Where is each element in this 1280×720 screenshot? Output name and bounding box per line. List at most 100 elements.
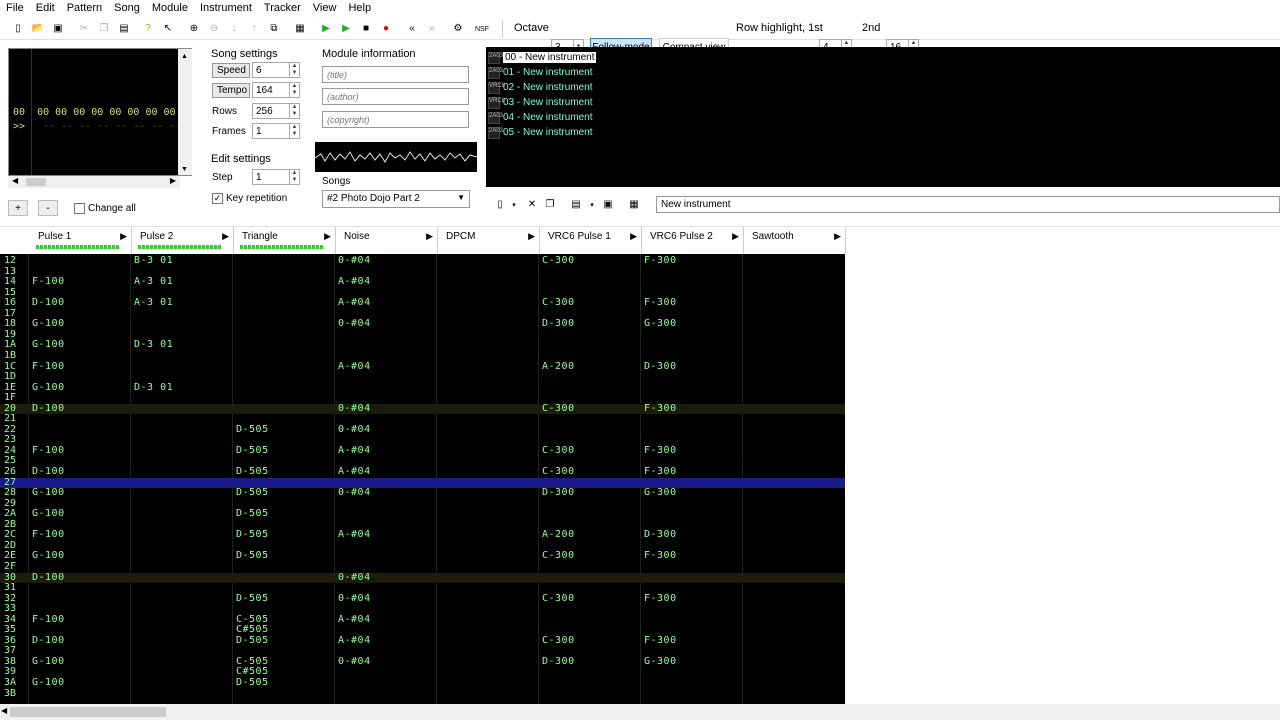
channel-expand-icon[interactable]: ▶ bbox=[120, 231, 127, 242]
next-song-icon[interactable]: » bbox=[424, 21, 440, 37]
pattern-cell[interactable]: G-100 bbox=[32, 382, 65, 394]
pattern-cell[interactable]: C-300 bbox=[542, 298, 575, 309]
pattern-cell[interactable]: 0-#04 bbox=[338, 424, 371, 436]
instrument-item[interactable]: VRC6 02 - New instrument bbox=[488, 80, 592, 95]
pattern-row[interactable]: 24 F-100 D-505 A-#04 C-300 F-300 bbox=[0, 445, 845, 457]
pattern-row[interactable]: 23 bbox=[0, 435, 845, 446]
pattern-row[interactable]: 20 D-100 0-#04 C-300 F-300 bbox=[0, 403, 845, 415]
pattern-cell[interactable]: A-#04 bbox=[338, 445, 371, 457]
pattern-row[interactable]: 2B bbox=[0, 519, 845, 531]
pattern-row[interactable]: 3B bbox=[0, 688, 845, 700]
pattern-row[interactable]: 32 D-505 0-#04 C-300 F-300 bbox=[0, 593, 845, 605]
pattern-cell[interactable]: C-300 bbox=[542, 593, 575, 605]
pattern-row[interactable]: 2A G-100 D-505 bbox=[0, 509, 845, 520]
menu-pattern[interactable]: Pattern bbox=[61, 0, 108, 18]
cut-icon[interactable]: ✂ bbox=[76, 21, 92, 37]
pattern-row[interactable]: 1B bbox=[0, 350, 845, 362]
pattern-row[interactable]: 34 F-100 C-505 A-#04 bbox=[0, 614, 845, 626]
channel-expand-icon[interactable]: ▶ bbox=[528, 231, 535, 242]
pattern-cell[interactable]: 0-#04 bbox=[338, 656, 371, 668]
pattern-row[interactable]: 35 C#505 bbox=[0, 625, 845, 636]
paste-icon[interactable]: ▤ bbox=[116, 21, 132, 37]
channel-header-3[interactable]: Noise ▶ bbox=[336, 227, 438, 255]
pattern-cell[interactable]: F-100 bbox=[32, 277, 65, 288]
pattern-cell[interactable]: D-3 01 bbox=[134, 382, 173, 394]
pattern-cell[interactable]: D-505 bbox=[236, 509, 269, 520]
pattern-horizontal-scrollbar[interactable]: ◀ bbox=[0, 704, 1280, 720]
pattern-row[interactable]: 1E G-100 D-3 01 bbox=[0, 382, 845, 394]
pattern-cell[interactable]: A-#04 bbox=[338, 277, 371, 288]
pattern-row[interactable]: 26 D-100 D-505 A-#04 C-300 F-300 bbox=[0, 466, 845, 478]
menu-file[interactable]: File bbox=[0, 0, 30, 18]
pattern-cell[interactable]: 0-#04 bbox=[338, 255, 371, 267]
pattern-row[interactable]: 12 B-3 01 0-#04 C-300 F-300 bbox=[0, 255, 845, 267]
pattern-cell[interactable]: F-300 bbox=[644, 298, 677, 309]
pattern-row[interactable]: 28 G-100 D-505 0-#04 D-300 G-300 bbox=[0, 488, 845, 499]
channel-header-6[interactable]: VRC6 Pulse 2 ▶ bbox=[642, 227, 744, 255]
channel-expand-icon[interactable]: ▶ bbox=[834, 231, 841, 242]
instrument-list[interactable]: 2A03 00 - New instrument 2A03 01 - New inst… bbox=[486, 47, 1280, 187]
pattern-cell[interactable]: D-300 bbox=[542, 656, 575, 668]
pattern-row[interactable]: 30 D-100 0-#04 bbox=[0, 572, 845, 584]
pattern-cell[interactable]: D-505 bbox=[236, 488, 269, 499]
pattern-cell[interactable]: 0-#04 bbox=[338, 403, 371, 415]
pattern-cell[interactable]: G-100 bbox=[32, 319, 65, 330]
pattern-cell[interactable]: D-100 bbox=[32, 635, 65, 647]
pattern-cell[interactable]: F-100 bbox=[32, 361, 65, 373]
instrument-item[interactable]: 2A03 00 - New instrument bbox=[488, 50, 597, 65]
menu-module[interactable]: Module bbox=[146, 0, 194, 18]
frame-vertical-scrollbar[interactable]: ▲ ▼ bbox=[178, 49, 192, 175]
pattern-cell[interactable]: G-100 bbox=[32, 656, 65, 668]
pattern-cell[interactable]: D-100 bbox=[32, 298, 65, 309]
pattern-row[interactable]: 17 bbox=[0, 308, 845, 320]
channel-header-5[interactable]: VRC6 Pulse 1 ▶ bbox=[540, 227, 642, 255]
save-instrument-icon[interactable]: ▣ bbox=[600, 197, 616, 213]
pattern-cell[interactable]: G-100 bbox=[32, 488, 65, 499]
pattern-editor[interactable]: 12 B-3 01 0-#04 C-300 F-300 13 14 F-100 A-3 01 A-… bbox=[0, 254, 1280, 704]
change-all-checkbox[interactable] bbox=[74, 203, 85, 214]
pattern-cell[interactable]: A-#04 bbox=[338, 298, 371, 309]
add-frame-button[interactable]: + bbox=[8, 200, 28, 216]
pattern-cell[interactable]: D-505 bbox=[236, 445, 269, 457]
pattern-row[interactable]: 29 bbox=[0, 498, 845, 510]
pattern-cell[interactable]: F-300 bbox=[644, 445, 677, 457]
pattern-row[interactable]: 13 bbox=[0, 266, 845, 278]
module-copyright-field[interactable] bbox=[322, 111, 469, 128]
pattern-cell[interactable]: G-100 bbox=[32, 677, 65, 689]
edit-instrument-icon[interactable]: ▦ bbox=[626, 197, 642, 213]
pattern-cell[interactable]: G-300 bbox=[644, 656, 677, 668]
pattern-cell[interactable]: F-100 bbox=[32, 530, 65, 541]
save-file-icon[interactable]: ▣ bbox=[50, 21, 66, 37]
menu-song[interactable]: Song bbox=[108, 0, 146, 18]
instrument-item[interactable]: VRC6 03 - New instrument bbox=[488, 95, 592, 110]
pattern-cell[interactable]: D-100 bbox=[32, 572, 65, 584]
pattern-cell[interactable]: 0-#04 bbox=[338, 319, 371, 330]
pattern-cell[interactable]: F-100 bbox=[32, 445, 65, 457]
pattern-cell[interactable]: F-300 bbox=[644, 635, 677, 647]
pattern-cell[interactable]: F-300 bbox=[644, 466, 677, 478]
channel-expand-icon[interactable]: ▶ bbox=[426, 231, 433, 242]
pattern-row[interactable]: 27 bbox=[0, 477, 845, 489]
pattern-cell[interactable]: F-300 bbox=[644, 593, 677, 605]
pattern-cell[interactable]: G-100 bbox=[32, 509, 65, 520]
pattern-row[interactable]: 31 bbox=[0, 582, 845, 594]
frame-horizontal-scrollbar[interactable]: ◀ ▶ bbox=[8, 176, 180, 188]
open-file-icon[interactable]: 📂 bbox=[30, 21, 46, 37]
channel-expand-icon[interactable]: ▶ bbox=[222, 231, 229, 242]
remove-instrument-icon[interactable]: ✕ bbox=[524, 197, 540, 213]
pattern-row[interactable]: 14 F-100 A-3 01 A-#04 bbox=[0, 277, 845, 288]
pattern-cell[interactable]: G-100 bbox=[32, 340, 65, 351]
channel-header-0[interactable]: Pulse 1 ▶ bbox=[30, 227, 132, 255]
copy-icon[interactable]: ❐ bbox=[96, 21, 112, 37]
module-title-field[interactable] bbox=[322, 66, 469, 83]
pattern-cell[interactable]: C-300 bbox=[542, 551, 575, 562]
module-author-field[interactable] bbox=[322, 88, 469, 105]
menu-instrument[interactable]: Instrument bbox=[194, 0, 258, 18]
pattern-cell[interactable]: D-505 bbox=[236, 424, 269, 436]
frames-spinner[interactable]: 1 ▲ ▼ bbox=[252, 123, 300, 139]
channel-header-7[interactable]: Sawtooth ▶ bbox=[744, 227, 846, 255]
menu-view[interactable]: View bbox=[307, 0, 343, 18]
pattern-cell[interactable]: B-3 01 bbox=[134, 255, 173, 267]
pattern-row[interactable]: 1C F-100 A-#04 A-200 D-300 bbox=[0, 361, 845, 373]
pattern-cell[interactable]: A-#04 bbox=[338, 466, 371, 478]
